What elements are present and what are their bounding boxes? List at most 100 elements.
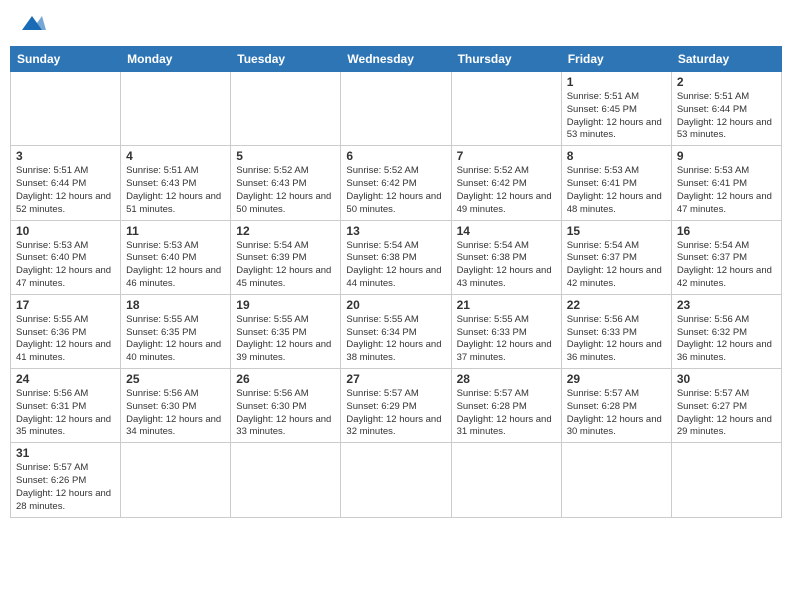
day-number: 26 [236,372,335,386]
day-number: 4 [126,149,225,163]
day-info: Sunrise: 5:55 AM Sunset: 6:36 PM Dayligh… [16,314,115,365]
day-number: 1 [567,75,666,89]
calendar-day-cell [231,72,341,146]
day-number: 25 [126,372,225,386]
calendar-day-cell: 27Sunrise: 5:57 AM Sunset: 6:29 PM Dayli… [341,369,451,443]
calendar-day-cell [341,443,451,517]
calendar-day-cell: 17 Sunrise: 5:55 AM Sunset: 6:36 PM Dayli… [11,294,121,368]
day-info: Sunrise: 5:57 AM Sunset: 6:28 PM Dayligh… [457,388,556,439]
day-number: 27 [346,372,445,386]
day-number: 21 [457,298,556,312]
day-number: 31 [16,446,115,460]
day-number: 3 [16,149,115,163]
day-number: 14 [457,224,556,238]
calendar-day-cell [11,72,121,146]
day-info: Sunrise: 5:52 AM Sunset: 6:42 PM Dayligh… [457,165,556,216]
day-info: Sunrise: 5:57 AM Sunset: 6:28 PM Dayligh… [567,388,666,439]
calendar-header-saturday: Saturday [671,47,781,72]
day-info: Sunrise: 5:56 AM Sunset: 6:32 PM Dayligh… [677,314,776,365]
day-number: 30 [677,372,776,386]
day-info: Sunrise: 5:51 AM Sunset: 6:44 PM Dayligh… [677,91,776,142]
day-number: 6 [346,149,445,163]
day-info: Sunrise: 5:53 AM Sunset: 6:41 PM Dayligh… [567,165,666,216]
day-info: Sunrise: 5:51 AM Sunset: 6:45 PM Dayligh… [567,91,666,142]
calendar-header-thursday: Thursday [451,47,561,72]
calendar-header-friday: Friday [561,47,671,72]
day-info: Sunrise: 5:54 AM Sunset: 6:37 PM Dayligh… [567,240,666,291]
calendar-week-row: 24 Sunrise: 5:56 AM Sunset: 6:31 PM Dayli… [11,369,782,443]
calendar-day-cell: 28 Sunrise: 5:57 AM Sunset: 6:28 PM Dayli… [451,369,561,443]
calendar-day-cell: 1 Sunrise: 5:51 AM Sunset: 6:45 PM Daylig… [561,72,671,146]
calendar-week-row: 1 Sunrise: 5:51 AM Sunset: 6:45 PM Daylig… [11,72,782,146]
day-number: 28 [457,372,556,386]
day-info: Sunrise: 5:51 AM Sunset: 6:44 PM Dayligh… [16,165,115,216]
day-info: Sunrise: 5:52 AM Sunset: 6:42 PM Dayligh… [346,165,445,216]
calendar-day-cell [451,72,561,146]
day-number: 23 [677,298,776,312]
calendar-day-cell: 31Sunrise: 5:57 AM Sunset: 6:26 PM Dayli… [11,443,121,517]
day-info: Sunrise: 5:55 AM Sunset: 6:34 PM Dayligh… [346,314,445,365]
day-info: Sunrise: 5:56 AM Sunset: 6:30 PM Dayligh… [126,388,225,439]
day-info: Sunrise: 5:53 AM Sunset: 6:41 PM Dayligh… [677,165,776,216]
day-number: 20 [346,298,445,312]
day-info: Sunrise: 5:54 AM Sunset: 6:38 PM Dayligh… [457,240,556,291]
day-number: 11 [126,224,225,238]
calendar-week-row: 3 Sunrise: 5:51 AM Sunset: 6:44 PM Daylig… [11,146,782,220]
calendar-day-cell: 30 Sunrise: 5:57 AM Sunset: 6:27 PM Dayli… [671,369,781,443]
calendar-table: SundayMondayTuesdayWednesdayThursdayFrid… [10,46,782,518]
day-number: 19 [236,298,335,312]
day-info: Sunrise: 5:55 AM Sunset: 6:33 PM Dayligh… [457,314,556,365]
calendar-day-cell: 29 Sunrise: 5:57 AM Sunset: 6:28 PM Dayli… [561,369,671,443]
day-info: Sunrise: 5:55 AM Sunset: 6:35 PM Dayligh… [236,314,335,365]
day-number: 17 [16,298,115,312]
day-number: 18 [126,298,225,312]
day-info: Sunrise: 5:56 AM Sunset: 6:33 PM Dayligh… [567,314,666,365]
day-number: 10 [16,224,115,238]
calendar-day-cell: 18 Sunrise: 5:55 AM Sunset: 6:35 PM Dayli… [121,294,231,368]
day-info: Sunrise: 5:51 AM Sunset: 6:43 PM Dayligh… [126,165,225,216]
day-info: Sunrise: 5:53 AM Sunset: 6:40 PM Dayligh… [126,240,225,291]
calendar-day-cell [671,443,781,517]
day-info: Sunrise: 5:56 AM Sunset: 6:31 PM Dayligh… [16,388,115,439]
calendar-day-cell: 24 Sunrise: 5:56 AM Sunset: 6:31 PM Dayli… [11,369,121,443]
day-number: 29 [567,372,666,386]
calendar-day-cell: 26Sunrise: 5:56 AM Sunset: 6:30 PM Dayli… [231,369,341,443]
calendar-header-row: SundayMondayTuesdayWednesdayThursdayFrid… [11,47,782,72]
day-info: Sunrise: 5:55 AM Sunset: 6:35 PM Dayligh… [126,314,225,365]
calendar-week-row: 17 Sunrise: 5:55 AM Sunset: 6:36 PM Dayli… [11,294,782,368]
day-info: Sunrise: 5:54 AM Sunset: 6:37 PM Dayligh… [677,240,776,291]
calendar-day-cell: 6 Sunrise: 5:52 AM Sunset: 6:42 PM Daylig… [341,146,451,220]
calendar-day-cell: 9 Sunrise: 5:53 AM Sunset: 6:41 PM Daylig… [671,146,781,220]
calendar-day-cell: 15 Sunrise: 5:54 AM Sunset: 6:37 PM Dayli… [561,220,671,294]
calendar-week-row: 10 Sunrise: 5:53 AM Sunset: 6:40 PM Dayli… [11,220,782,294]
calendar-day-cell: 21 Sunrise: 5:55 AM Sunset: 6:33 PM Dayli… [451,294,561,368]
day-number: 15 [567,224,666,238]
day-info: Sunrise: 5:52 AM Sunset: 6:43 PM Dayligh… [236,165,335,216]
day-number: 13 [346,224,445,238]
calendar-day-cell: 20 Sunrise: 5:55 AM Sunset: 6:34 PM Dayli… [341,294,451,368]
calendar-day-cell: 19 Sunrise: 5:55 AM Sunset: 6:35 PM Dayli… [231,294,341,368]
calendar-day-cell: 10 Sunrise: 5:53 AM Sunset: 6:40 PM Dayli… [11,220,121,294]
calendar-week-row: 31Sunrise: 5:57 AM Sunset: 6:26 PM Dayli… [11,443,782,517]
calendar-day-cell: 2Sunrise: 5:51 AM Sunset: 6:44 PM Daylig… [671,72,781,146]
day-number: 7 [457,149,556,163]
calendar-header-tuesday: Tuesday [231,47,341,72]
calendar-day-cell: 25 Sunrise: 5:56 AM Sunset: 6:30 PM Dayli… [121,369,231,443]
calendar-day-cell: 14 Sunrise: 5:54 AM Sunset: 6:38 PM Dayli… [451,220,561,294]
day-number: 22 [567,298,666,312]
calendar-day-cell [121,443,231,517]
logo [16,14,46,34]
calendar-day-cell [231,443,341,517]
calendar-day-cell [451,443,561,517]
day-info: Sunrise: 5:57 AM Sunset: 6:27 PM Dayligh… [677,388,776,439]
day-info: Sunrise: 5:54 AM Sunset: 6:38 PM Dayligh… [346,240,445,291]
calendar-day-cell: 8 Sunrise: 5:53 AM Sunset: 6:41 PM Daylig… [561,146,671,220]
day-number: 24 [16,372,115,386]
day-info: Sunrise: 5:53 AM Sunset: 6:40 PM Dayligh… [16,240,115,291]
day-number: 8 [567,149,666,163]
calendar-day-cell [121,72,231,146]
day-number: 9 [677,149,776,163]
calendar-day-cell: 16Sunrise: 5:54 AM Sunset: 6:37 PM Dayli… [671,220,781,294]
calendar-header-monday: Monday [121,47,231,72]
calendar-header-wednesday: Wednesday [341,47,451,72]
